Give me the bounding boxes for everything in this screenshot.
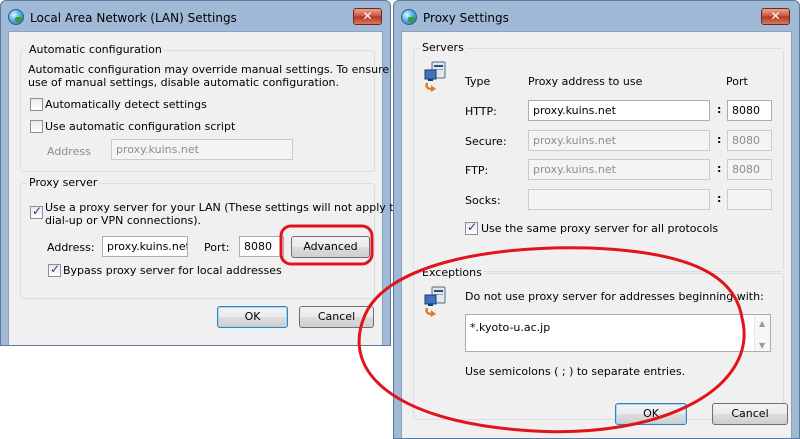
use-proxy-checkbox[interactable] <box>30 204 43 219</box>
group-label: Proxy server <box>27 176 100 189</box>
group-label: Servers <box>420 41 466 54</box>
scroll-up-icon[interactable]: ▲ <box>759 317 765 330</box>
port-column-header: Port <box>726 75 748 88</box>
bypass-local-checkbox[interactable] <box>48 262 61 277</box>
network-computer-icon <box>424 61 446 92</box>
socks-port-field[interactable] <box>727 189 772 210</box>
proxy-window-title: Proxy Settings <box>423 11 509 25</box>
ftp-address-field[interactable]: proxy.kuins.net <box>528 159 710 180</box>
auto-config-description-2: use of manual settings, disable automati… <box>28 76 340 89</box>
proxy-address-field[interactable]: proxy.kuins.net <box>102 236 188 257</box>
same-proxy-label[interactable]: Use the same proxy server for all protoc… <box>481 222 718 235</box>
automatic-configuration-group: Automatic configuration Automatic config… <box>20 43 411 172</box>
lan-settings-window: Local Area Network (LAN) Settings ✕ Auto… <box>0 0 411 346</box>
proxy-port-field[interactable]: 8080 <box>239 236 284 257</box>
ok-button[interactable]: OK <box>615 403 687 425</box>
ftp-label: FTP: <box>465 164 489 177</box>
use-proxy-label[interactable]: Use a proxy server for your LAN (These s… <box>45 201 400 214</box>
auto-script-label[interactable]: Use automatic configuration script <box>45 120 235 133</box>
group-label: Automatic configuration <box>27 43 164 56</box>
globe-icon <box>401 9 417 25</box>
proxy-server-group: Proxy server Use a proxy server for your… <box>20 176 400 299</box>
close-button[interactable]: ✕ <box>761 8 790 25</box>
ftp-colon: : <box>717 162 722 175</box>
secure-address-field[interactable]: proxy.kuins.net <box>528 130 710 151</box>
proxy-settings-window: Proxy Settings ✕ Servers Type Proxy addr… <box>393 0 800 439</box>
lan-window-title: Local Area Network (LAN) Settings <box>30 11 237 25</box>
socks-colon: : <box>717 192 722 205</box>
cancel-button[interactable]: Cancel <box>712 403 788 425</box>
auto-detect-checkbox[interactable] <box>30 98 43 111</box>
http-label: HTTP: <box>465 105 497 118</box>
proxy-port-label: Port: <box>204 241 230 254</box>
servers-group: Servers Type Proxy address to use Port H… <box>413 41 784 272</box>
proxy-address-label: Address: <box>47 241 95 254</box>
script-address-field[interactable]: proxy.kuins.net <box>111 139 293 160</box>
exceptions-description: Do not use proxy server for addresses be… <box>465 290 764 303</box>
close-button[interactable]: ✕ <box>353 8 382 25</box>
script-address-label: Address <box>47 145 91 158</box>
scroll-down-icon[interactable]: ▼ <box>759 339 765 351</box>
auto-config-description: Automatic configuration may override man… <box>28 63 411 76</box>
secure-colon: : <box>717 133 722 146</box>
secure-port-field[interactable]: 8080 <box>727 130 772 151</box>
address-column-header: Proxy address to use <box>528 75 643 88</box>
bypass-local-label[interactable]: Bypass proxy server for local addresses <box>63 264 282 277</box>
lan-titlebar[interactable]: Local Area Network (LAN) Settings ✕ <box>1 1 390 31</box>
exceptions-textarea[interactable]: *.kyoto-u.ac.jp ▲ ▼ <box>465 314 771 352</box>
auto-script-checkbox[interactable] <box>30 120 43 133</box>
ftp-port-field[interactable]: 8080 <box>727 159 772 180</box>
exceptions-hint: Use semicolons ( ; ) to separate entries… <box>465 365 686 378</box>
same-proxy-checkbox[interactable] <box>465 220 478 235</box>
globe-icon <box>8 9 24 25</box>
group-label: Exceptions <box>420 266 484 279</box>
type-column-header: Type <box>465 75 491 88</box>
exceptions-scrollbar[interactable]: ▲ ▼ <box>754 315 770 351</box>
socks-address-field[interactable] <box>528 189 710 210</box>
http-port-field[interactable]: 8080 <box>727 100 772 121</box>
proxy-client-area: Servers Type Proxy address to use Port H… <box>401 31 792 438</box>
secure-label: Secure: <box>465 135 507 148</box>
lan-client-area: Automatic configuration Automatic config… <box>8 31 411 345</box>
cancel-button[interactable]: Cancel <box>299 306 374 328</box>
use-proxy-label-2: dial-up or VPN connections). <box>45 214 202 227</box>
network-computer-icon <box>424 286 446 317</box>
advanced-button[interactable]: Advanced <box>291 236 370 258</box>
proxy-titlebar[interactable]: Proxy Settings ✕ <box>394 1 799 31</box>
http-address-field[interactable]: proxy.kuins.net <box>528 100 710 121</box>
socks-label: Socks: <box>465 194 501 207</box>
http-colon: : <box>717 103 722 116</box>
exceptions-group: Exceptions Do not use proxy server for a… <box>413 266 784 420</box>
auto-detect-label[interactable]: Automatically detect settings <box>45 98 207 111</box>
ok-button[interactable]: OK <box>217 306 288 328</box>
exceptions-value: *.kyoto-u.ac.jp <box>470 321 551 334</box>
